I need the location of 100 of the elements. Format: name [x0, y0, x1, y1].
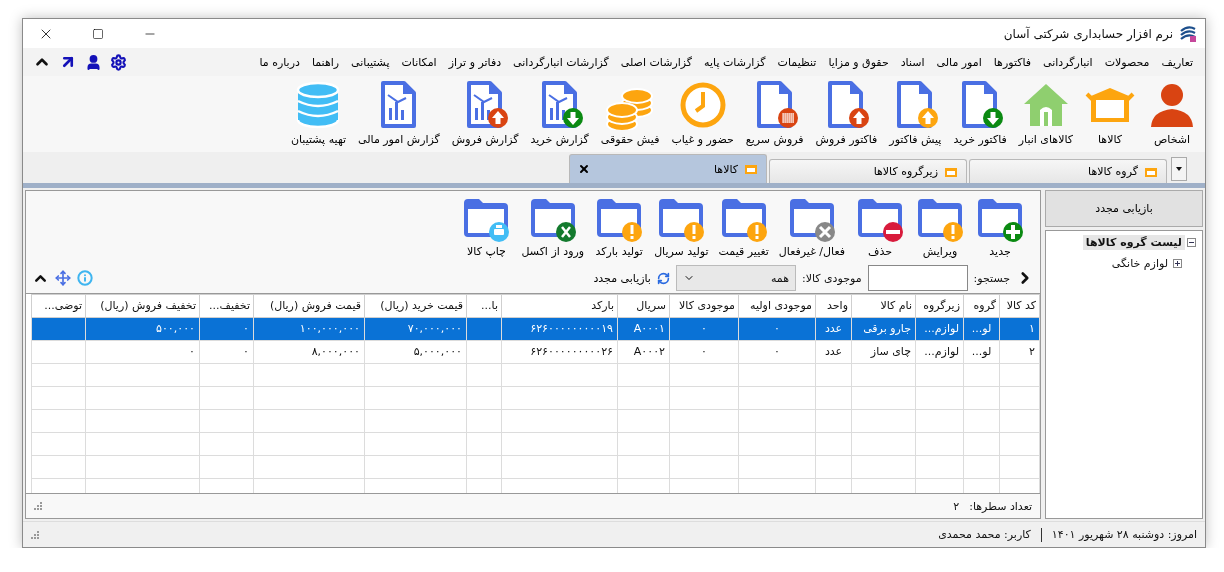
table-cell: ۵۰۰,۰۰۰ — [85, 317, 200, 340]
menu-item[interactable]: پشتیبانی — [345, 52, 396, 72]
table-cell: ۰ — [669, 317, 739, 340]
tree-item[interactable]: لوازم خانگی — [1108, 256, 1171, 271]
toolbar-button[interactable]: پیش فاکتور — [887, 80, 944, 146]
settings-icon[interactable] — [110, 53, 127, 71]
table-cell: ۲ — [999, 340, 1040, 363]
table-row[interactable]: ۲ لو... لوازم... چای ساز عدد ۰ ۰ A۰۰۰۲ ۶۲۶۰۰۰۰۰۰۰۰۰۲۶ ۵,۰۰۰,۰۰۰ ۸,۰۰۰,۰۰۰ ۰ ۰ — [31, 340, 1040, 363]
table-cell: لو... — [963, 340, 1000, 363]
table-cell: لو... — [963, 317, 1000, 340]
table-cell: A۰۰۰۱ — [617, 317, 670, 340]
refresh-icon[interactable] — [656, 271, 670, 285]
move-icon[interactable] — [55, 270, 71, 287]
toolbar-button[interactable]: اشخاص — [1145, 80, 1199, 146]
toolbar-button[interactable]: ویرایش — [912, 193, 968, 258]
column-header[interactable]: قیمت فروش (ریال) — [253, 294, 365, 317]
toolbar-button[interactable]: تغییر قیمت — [715, 193, 772, 258]
toolbar-button[interactable]: جدید — [972, 193, 1028, 258]
table-cell: ۰ — [738, 340, 816, 363]
menu-item[interactable]: دفاتر و تراز — [442, 52, 508, 72]
toolbar-button[interactable]: کالاهای انبار — [1016, 80, 1075, 146]
search-field[interactable] — [867, 265, 968, 292]
toolbar-button[interactable]: ورود از اکسل — [518, 193, 588, 258]
column-header[interactable]: تخفیف... — [199, 294, 254, 317]
menu-item[interactable]: انبارگردانی — [1037, 52, 1099, 72]
menu-item[interactable]: گزارشات پایه — [698, 52, 772, 72]
toolbar-button[interactable]: فاکتور خرید — [951, 80, 1009, 146]
table-cell: عدد — [815, 340, 852, 363]
toolbar-button[interactable]: گزارش امور مالی — [356, 80, 442, 146]
column-header[interactable]: تخفیف فروش (ریال) — [85, 294, 200, 317]
menu-item[interactable]: اسناد — [894, 52, 931, 72]
stock-label: موجودی کالا: — [801, 271, 862, 285]
toolbar-button[interactable]: گزارش فروش — [449, 80, 521, 146]
menu-item[interactable]: فاکتورها — [987, 52, 1038, 72]
table-cell: ۵,۰۰۰,۰۰۰ — [364, 340, 467, 363]
toolbar-button[interactable]: تهیه پشتیبان — [288, 80, 348, 146]
column-header[interactable]: نام کالا — [851, 294, 916, 317]
menu-item[interactable]: تعاریف — [1155, 52, 1199, 72]
expand-toggle[interactable] — [1173, 259, 1182, 268]
table-cell: عدد — [815, 317, 852, 340]
column-header[interactable]: توضی... — [31, 294, 86, 317]
close-icon[interactable] — [578, 163, 590, 175]
column-header[interactable]: با... — [466, 294, 502, 317]
table-cell: ۰ — [738, 317, 816, 340]
menu-item[interactable]: محصولات — [1098, 52, 1156, 72]
column-header[interactable]: گروه — [963, 294, 1000, 317]
toolbar-button[interactable]: چاپ کالا — [458, 193, 515, 258]
row-count-label: تعداد سطرها: — [969, 499, 1032, 513]
menu-item[interactable]: گزارشات اصلی — [614, 52, 699, 72]
toolbar-button[interactable]: حضور و غیاب — [669, 80, 736, 146]
column-header[interactable]: واحد — [815, 294, 852, 317]
table-cell: ۸,۰۰۰,۰۰۰ — [253, 340, 365, 363]
toolbar-button[interactable]: فعال/ غیرفعال — [775, 193, 848, 258]
column-header[interactable]: موجودی اولیه — [738, 294, 816, 317]
toolbar-button[interactable]: فیش حقوقی — [598, 80, 662, 146]
toolbar-button[interactable]: فروش سریع — [743, 80, 806, 146]
column-header[interactable]: موجودی کالا — [669, 294, 739, 317]
maximize-icon[interactable] — [92, 27, 104, 40]
user-text: کاربر: محمد محمدی — [938, 528, 1031, 541]
expand-toggle[interactable] — [1187, 238, 1196, 247]
table-cell: ۱ — [999, 317, 1040, 340]
column-header[interactable]: قیمت خرید (ریال) — [364, 294, 467, 317]
refresh-link[interactable]: بازیابی مجدد — [593, 271, 651, 285]
table-cell: چای ساز — [851, 340, 916, 363]
tab[interactable]: گروه کالاها — [969, 159, 1167, 183]
search-label: جستجو: — [973, 271, 1010, 285]
menu-item[interactable]: تنظیمات — [771, 52, 823, 72]
tree-item[interactable]: لیست گروه کالاها — [1082, 235, 1185, 250]
user-icon[interactable] — [85, 53, 102, 71]
box-icon — [744, 163, 758, 175]
column-header[interactable]: سریال — [617, 294, 670, 317]
tab[interactable]: کالاها — [569, 154, 767, 183]
toolbar-button[interactable]: فاکتور فروش — [813, 80, 880, 146]
window-title: نرم افزار حسابداری شرکتی آسان — [1002, 26, 1173, 41]
table-cell: ۰ — [85, 340, 200, 363]
box-icon — [944, 165, 958, 178]
menu-item[interactable]: حقوق و مزایا — [822, 52, 895, 72]
column-header[interactable]: بارکد — [501, 294, 618, 317]
toolbar-button[interactable]: گزارش خرید — [528, 80, 591, 146]
menu-item[interactable]: راهنما — [305, 52, 346, 72]
date-text: امروز: دوشنبه ۲۸ شهریور ۱۴۰۱ — [1051, 528, 1197, 541]
stock-select[interactable]: همه — [675, 265, 796, 292]
refresh-button[interactable]: بازیابی مجدد — [1045, 190, 1203, 227]
row-count-value: ۲ — [953, 499, 960, 513]
menu-item[interactable]: امکانات — [395, 52, 443, 72]
toolbar-button[interactable]: تولید سریال — [651, 193, 712, 258]
toolbar-button[interactable]: تولید بارکد — [591, 193, 648, 258]
column-header[interactable]: کد کالا — [999, 294, 1040, 317]
menu-item[interactable]: گزارشات انبارگردانی — [507, 52, 615, 72]
tab-list-button[interactable] — [1171, 157, 1187, 181]
column-header[interactable]: زیرگروه — [915, 294, 964, 317]
table-cell: جارو برقی — [851, 317, 916, 340]
tab[interactable]: زیرگروه کالاها — [769, 159, 967, 183]
toolbar-button[interactable]: حذف — [852, 193, 908, 258]
table-cell: ۰ — [199, 317, 254, 340]
table-row[interactable]: ۱ لو... لوازم... جارو برقی عدد ۰ ۰ A۰۰۰۱ ۶۲۶۰۰۰۰۰۰۰۰۰۱۹ ۷۰,۰۰۰,۰۰۰ ۱۰۰,۰۰۰,۰۰۰ ۰ ۵۰۰,۰۰۰ — [31, 317, 1040, 340]
table-cell: ۶۲۶۰۰۰۰۰۰۰۰۰۲۶ — [501, 340, 618, 363]
menu-item[interactable]: درباره ما — [253, 52, 306, 72]
toolbar-button[interactable]: کالاها — [1083, 80, 1137, 146]
menu-item[interactable]: امور مالی — [930, 52, 988, 72]
